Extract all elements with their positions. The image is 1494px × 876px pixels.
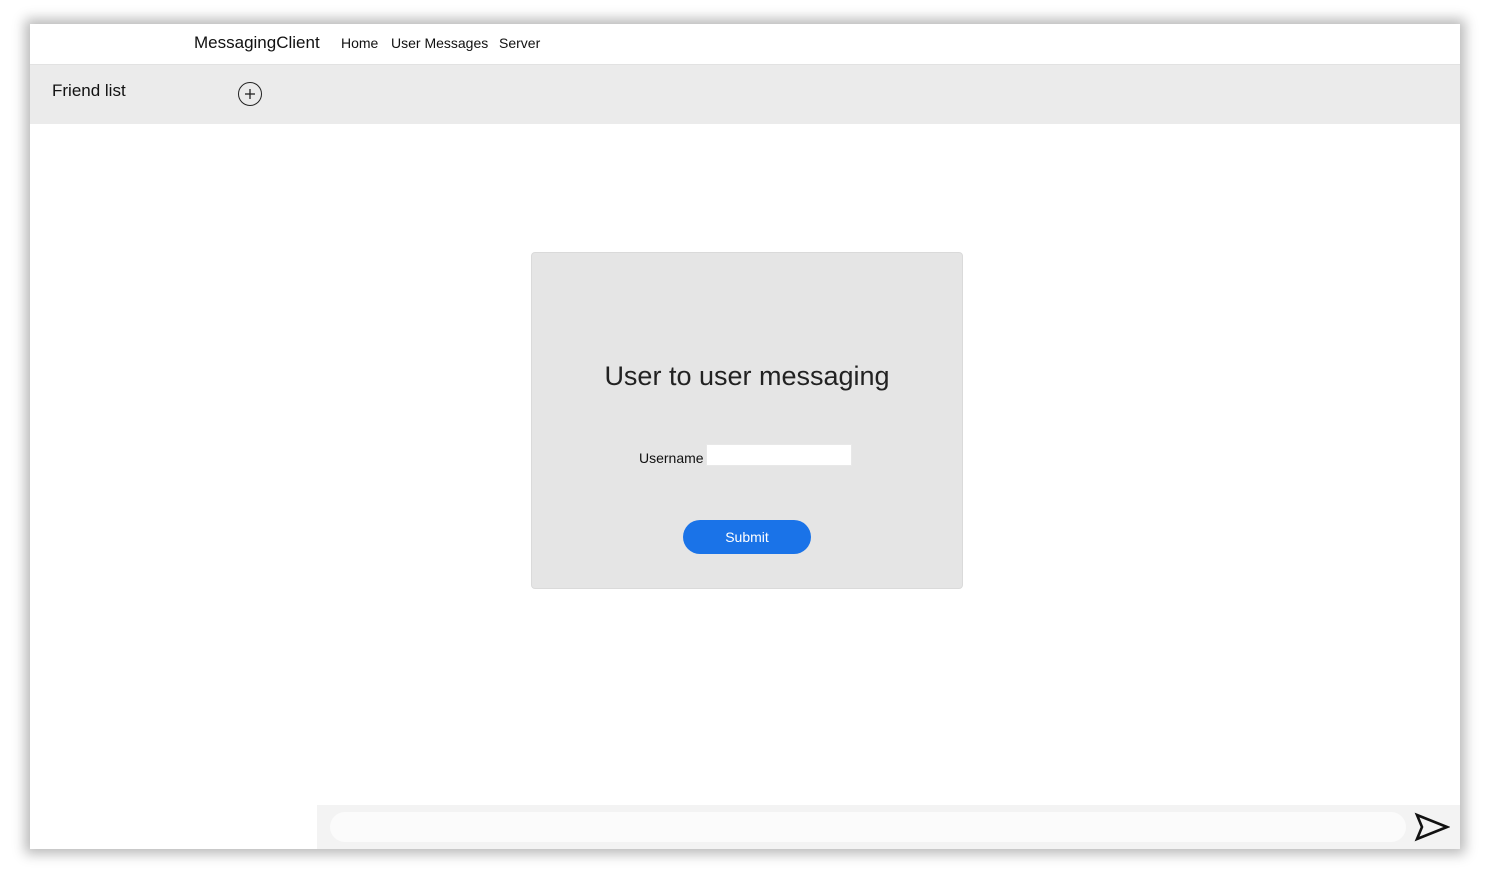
username-input[interactable] bbox=[706, 444, 852, 466]
send-button[interactable] bbox=[1414, 811, 1451, 843]
plus-icon bbox=[245, 89, 255, 99]
message-composer bbox=[317, 805, 1460, 849]
nav-link-server[interactable]: Server bbox=[499, 35, 540, 51]
username-label: Username bbox=[639, 450, 704, 466]
submit-button[interactable]: Submit bbox=[683, 520, 811, 554]
brand-logo[interactable]: MessagingClient bbox=[194, 33, 320, 53]
message-input[interactable] bbox=[330, 812, 1406, 842]
friend-list-title: Friend list bbox=[52, 81, 126, 100]
add-friend-button[interactable] bbox=[238, 82, 262, 106]
send-arrow-icon bbox=[1414, 812, 1451, 842]
friend-list-header: Friend list bbox=[30, 65, 1460, 124]
top-navbar: MessagingClient Home User Messages Serve… bbox=[30, 24, 1460, 65]
nav-link-user-messages[interactable]: User Messages bbox=[391, 35, 488, 51]
card-title: User to user messaging bbox=[604, 361, 890, 391]
login-card: User to user messaging Username Submit bbox=[531, 252, 963, 589]
app-window: MessagingClient Home User Messages Serve… bbox=[30, 24, 1460, 849]
nav-link-home[interactable]: Home bbox=[341, 35, 378, 51]
